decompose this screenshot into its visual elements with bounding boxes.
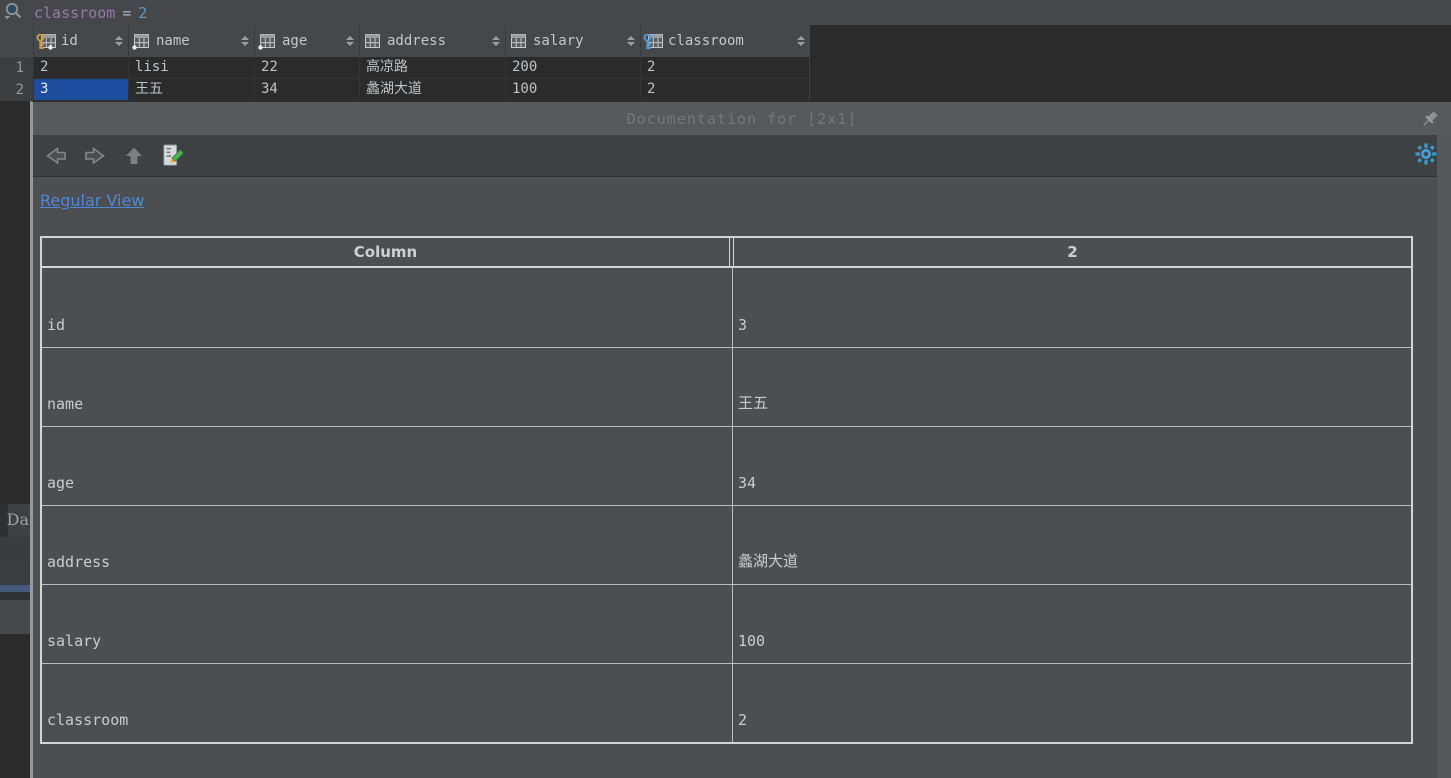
- doc-field-value: 王五: [738, 392, 768, 413]
- pin-icon[interactable]: [1417, 106, 1443, 132]
- column-icon: [259, 34, 277, 49]
- column-header-salary[interactable]: salary: [505, 25, 640, 57]
- grid-header-row: id name: [0, 25, 810, 57]
- doc-field-value: 蠡湖大道: [738, 550, 798, 571]
- doc-row-address: address 蠡湖大道: [42, 505, 1411, 584]
- doc-field-label: id: [47, 316, 65, 334]
- filter-operator-token[interactable]: =: [122, 4, 131, 22]
- column-header-label: address: [387, 33, 446, 49]
- cell-classroom[interactable]: 2: [640, 57, 810, 79]
- column-icon: [510, 34, 528, 49]
- documentation-panel-header[interactable]: Documentation for [2x1]: [33, 102, 1451, 135]
- doc-field-label: classroom: [47, 711, 128, 729]
- documentation-panel: Documentation for [2x1]: [30, 101, 1451, 778]
- doc-table-header-column: Column: [42, 238, 730, 266]
- column-header-label: name: [156, 33, 190, 49]
- filter-value-token[interactable]: 2: [138, 4, 147, 22]
- row-number[interactable]: 2: [0, 79, 33, 101]
- cell-address[interactable]: 蠡湖大道: [359, 79, 505, 101]
- column-icon: [133, 34, 151, 49]
- table-row: 1 2 lisi 22 高凉路 200 2: [0, 57, 810, 79]
- cell-age[interactable]: 22: [254, 57, 359, 79]
- column-header-classroom[interactable]: classroom: [640, 25, 810, 57]
- cell-age[interactable]: 34: [254, 79, 359, 101]
- primary-key-icon: [38, 34, 56, 49]
- background-tab[interactable]: Da: [0, 504, 30, 537]
- doc-field-label: name: [47, 395, 83, 413]
- doc-field-value: 2: [738, 711, 747, 729]
- doc-row-id: id 3: [42, 268, 1411, 347]
- foreign-key-icon: [645, 34, 663, 49]
- doc-table-header-value: 2: [733, 238, 1411, 266]
- cell-address[interactable]: 高凉路: [359, 57, 505, 79]
- table-row: 2 3 王五 34 蠡湖大道 100 2: [0, 79, 810, 101]
- column-header-name[interactable]: name: [128, 25, 254, 57]
- grid-corner: [0, 25, 33, 57]
- sort-toggle-icon[interactable]: [107, 36, 123, 46]
- cell-salary[interactable]: 200: [505, 57, 640, 79]
- settings-gear-icon[interactable]: [1415, 143, 1437, 169]
- tab-label-partial: Da: [7, 510, 29, 529]
- doc-field-value: 34: [738, 474, 756, 492]
- background-window-strip: Da: [0, 101, 30, 778]
- documentation-table: Column 2 id 3 name 王五 age 34: [40, 236, 1413, 744]
- column-header-age[interactable]: age: [254, 25, 359, 57]
- forward-icon[interactable]: [84, 143, 106, 169]
- column-header-id[interactable]: id: [33, 25, 128, 57]
- background-row: [0, 600, 30, 634]
- sort-toggle-icon[interactable]: [789, 36, 805, 46]
- doc-row-name: name 王五: [42, 347, 1411, 426]
- doc-field-label: salary: [47, 632, 101, 650]
- documentation-toolbar: [33, 135, 1451, 177]
- grid-filter-bar[interactable]: classroom = 2: [0, 0, 1451, 25]
- regular-view-link[interactable]: Regular View: [40, 191, 144, 210]
- column-header-label: classroom: [668, 33, 744, 49]
- row-number[interactable]: 1: [0, 57, 33, 79]
- column-header-address[interactable]: address: [359, 25, 505, 57]
- search-icon[interactable]: [3, 1, 24, 25]
- doc-field-value: 100: [738, 632, 765, 650]
- sort-toggle-icon[interactable]: [338, 36, 354, 46]
- column-header-label: salary: [533, 33, 584, 49]
- doc-field-value: 3: [738, 316, 747, 334]
- doc-field-label: address: [47, 553, 110, 571]
- back-icon[interactable]: [45, 143, 67, 169]
- cell-id[interactable]: 2: [33, 57, 128, 79]
- cell-id-selected[interactable]: 3: [33, 79, 128, 101]
- database-tool-window: classroom = 2: [0, 0, 1451, 778]
- column-header-label: id: [61, 33, 78, 49]
- cell-name[interactable]: lisi: [128, 57, 254, 79]
- documentation-content: Regular View Column 2 id 3 name: [33, 177, 1451, 777]
- sort-toggle-icon[interactable]: [233, 36, 249, 46]
- scrollbar[interactable]: [1437, 135, 1451, 778]
- background-row: [0, 592, 30, 600]
- background-row: [0, 537, 30, 562]
- edit-source-icon[interactable]: [162, 143, 184, 169]
- column-header-label: age: [282, 33, 307, 49]
- cell-salary[interactable]: 100: [505, 79, 640, 101]
- doc-row-age: age 34: [42, 426, 1411, 505]
- sort-toggle-icon[interactable]: [484, 36, 500, 46]
- background-row: [0, 562, 30, 585]
- up-icon[interactable]: [123, 143, 145, 169]
- doc-row-classroom: classroom 2: [42, 663, 1411, 742]
- doc-row-salary: salary 100: [42, 584, 1411, 663]
- background-highlight-line: [0, 585, 30, 592]
- filter-column-token[interactable]: classroom: [34, 4, 115, 22]
- doc-table-header-row: Column 2: [42, 238, 1411, 268]
- cell-classroom[interactable]: 2: [640, 79, 810, 101]
- cell-name[interactable]: 王五: [128, 79, 254, 101]
- sort-toggle-icon[interactable]: [619, 36, 635, 46]
- column-icon: [364, 34, 382, 49]
- doc-field-label: age: [47, 474, 74, 492]
- panel-title: Documentation for [2x1]: [627, 110, 858, 128]
